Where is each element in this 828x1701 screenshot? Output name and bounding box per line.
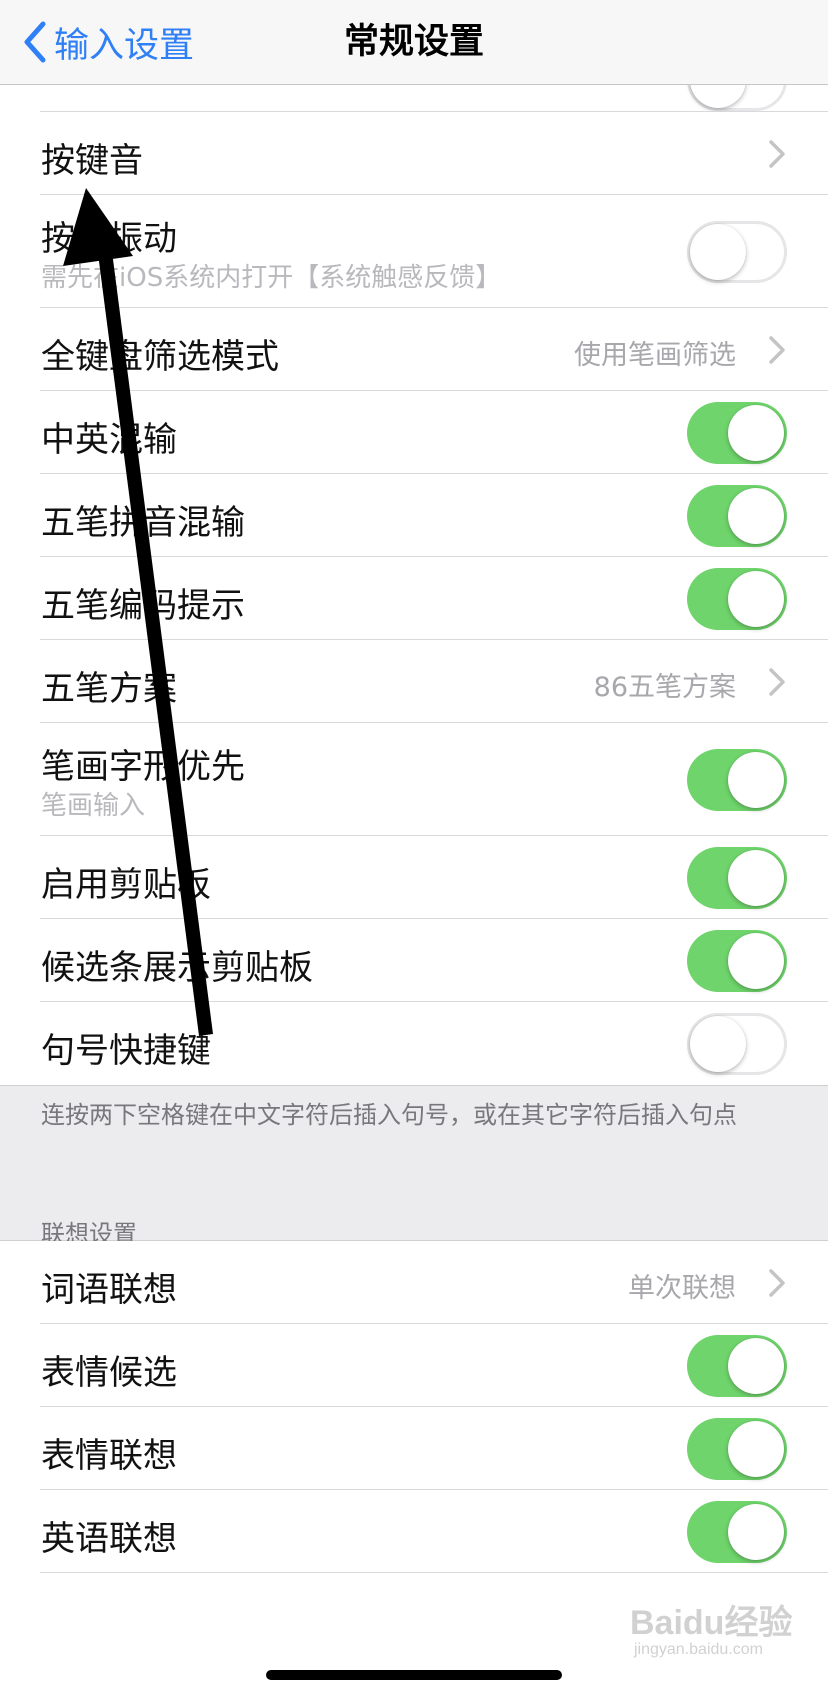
chevron-right-icon (769, 335, 785, 364)
toggle-knob (690, 223, 746, 280)
footer-note: 连按两下空格键在中文字符后插入句号，或在其它字符后插入句点 (41, 1101, 737, 1129)
toggle-switch[interactable] (687, 748, 787, 811)
toggle-switch[interactable] (687, 846, 787, 909)
row-label: 按键音 (41, 140, 143, 181)
settings-list: 按键音需先在iOS系统内打开【系统触感反馈】 按键振动全键盘筛选模式 使用笔画筛选中… (0, 112, 828, 1573)
toggle-knob (728, 570, 784, 627)
row-value: 单次联想 (628, 1272, 736, 1304)
page-title: 常规设置 (343, 22, 484, 62)
toggle-knob (728, 751, 784, 808)
row-label: 五笔拼音混输 (41, 502, 245, 543)
row-label: 按键振动 (41, 219, 177, 259)
row-label: 词语联想 (41, 1269, 177, 1310)
chevron-right-icon (769, 139, 785, 168)
section-footer: 连按两下空格键在中文字符后插入句号，或在其它字符后插入句点 联想设置 (0, 1085, 828, 1248)
row-value: 使用笔画筛选 (574, 339, 736, 371)
row-label: 英语联想 (41, 1518, 177, 1559)
settings-row: 中英混输 (0, 391, 828, 474)
toggle-knob (728, 404, 784, 461)
chevron-right-icon (769, 667, 785, 696)
toggle-switch[interactable] (687, 1012, 787, 1075)
toggle-switch[interactable] (687, 401, 787, 464)
toggle-knob (728, 932, 784, 989)
row-label: 笔画字形优先 (41, 747, 245, 787)
settings-row: 五笔拼音混输 (0, 474, 828, 557)
settings-row: 启用剪贴板 (0, 836, 828, 919)
row-sublabel: 需先在iOS系统内打开【系统触感反馈】 (41, 263, 502, 293)
settings-row: 表情联想 (0, 1407, 828, 1490)
settings-row: 笔画输入 笔画字形优先 (0, 723, 828, 836)
toggle-knob (728, 1420, 784, 1477)
row-label: 句号快捷键 (41, 1030, 211, 1071)
toggle-knob (728, 487, 784, 544)
nav-bar: 输入设置 常规设置 (0, 0, 828, 85)
row-sublabel: 笔画输入 (41, 791, 146, 821)
toggle-knob (690, 84, 746, 108)
toggle-switch[interactable] (687, 1500, 787, 1563)
settings-row: 五笔编码提示 (0, 557, 828, 640)
settings-row: 表情候选 (0, 1324, 828, 1407)
toggle-knob (728, 1337, 784, 1394)
toggle-switch[interactable] (687, 84, 787, 111)
settings-row: 需先在iOS系统内打开【系统触感反馈】 按键振动 (0, 195, 828, 308)
chevron-right-icon (769, 1268, 785, 1297)
row-label: 候选条展示剪贴板 (41, 947, 313, 988)
watermark-sub: jingyan.baidu.com (634, 1641, 763, 1658)
toggle-switch[interactable] (687, 1417, 787, 1480)
row-label: 五笔编码提示 (41, 585, 245, 626)
settings-row: 候选条展示剪贴板 (0, 919, 828, 1002)
partial-row (0, 84, 828, 112)
watermark-main: Baidu经验 (630, 1604, 793, 1642)
toggle-switch[interactable] (687, 567, 787, 630)
row-label: 表情候选 (41, 1352, 177, 1393)
toggle-knob (728, 849, 784, 906)
toggle-switch[interactable] (687, 1334, 787, 1397)
row-label: 全键盘筛选模式 (41, 336, 279, 377)
settings-row[interactable]: 五笔方案 86五笔方案 (0, 640, 828, 723)
toggle-knob (728, 1503, 784, 1560)
toggle-switch[interactable] (687, 929, 787, 992)
row-label: 启用剪贴板 (41, 864, 211, 905)
home-indicator[interactable] (266, 1670, 562, 1680)
toggle-knob (690, 1015, 746, 1072)
toggle-switch[interactable] (687, 220, 787, 283)
row-value: 86五笔方案 (593, 671, 736, 703)
settings-row: 句号快捷键 (0, 1002, 828, 1085)
baidu-watermark: Baidu经验 jingyan.baidu.com (630, 1605, 792, 1659)
row-label: 表情联想 (41, 1435, 177, 1476)
row-label: 五笔方案 (41, 668, 177, 709)
toggle-switch[interactable] (687, 484, 787, 547)
divider (40, 1572, 828, 1573)
settings-row: 英语联想 (0, 1490, 828, 1573)
row-label: 中英混输 (41, 419, 177, 460)
settings-row[interactable]: 按键音 (0, 112, 828, 195)
settings-row[interactable]: 词语联想 单次联想 (0, 1241, 828, 1324)
settings-row[interactable]: 全键盘筛选模式 使用笔画筛选 (0, 308, 828, 391)
